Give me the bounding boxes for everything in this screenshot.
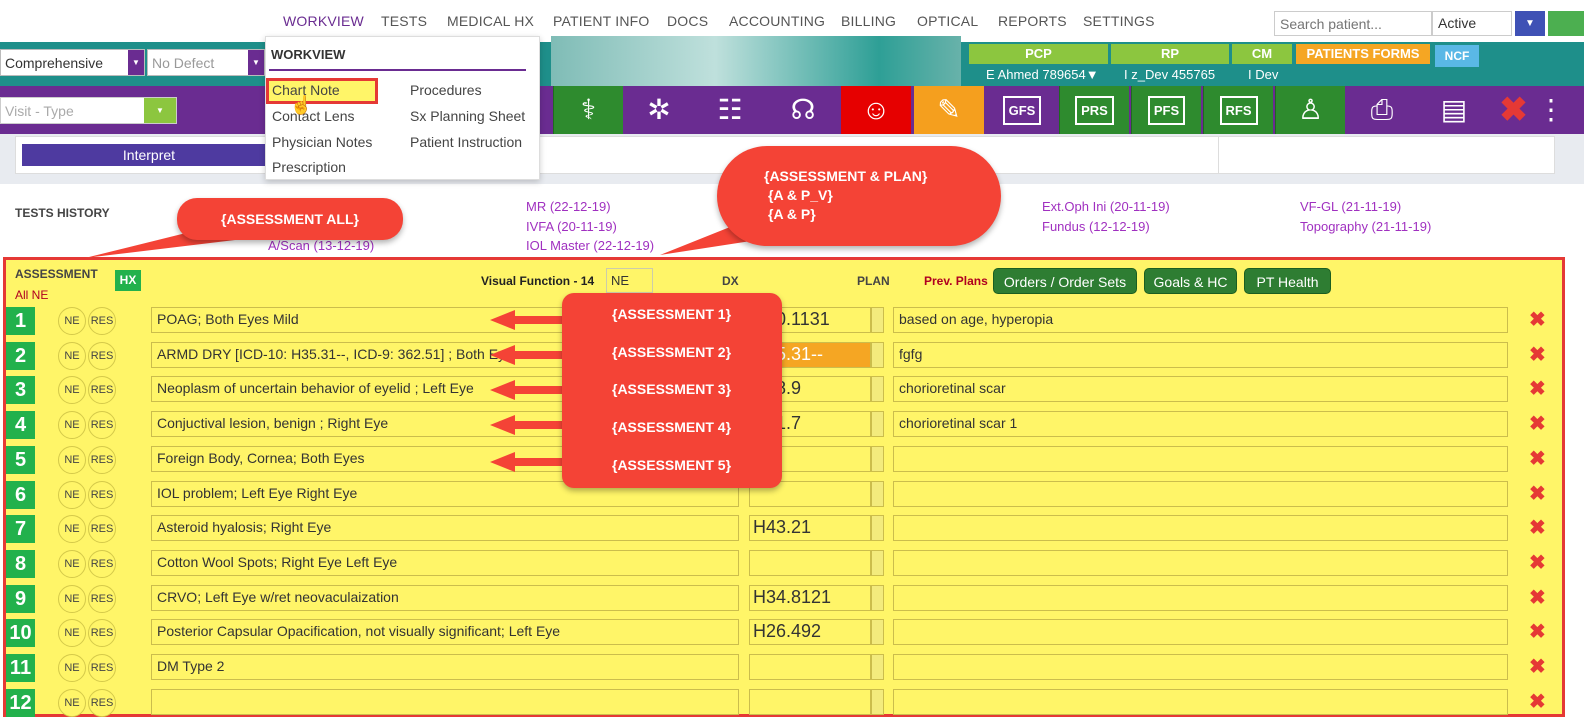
callout-ap-line1: {ASSESSMENT & PLAN} — [764, 168, 928, 184]
assessment-arrows — [490, 310, 565, 472]
arrow-4 — [490, 415, 565, 435]
arrow-2 — [490, 345, 565, 365]
callout-assessment-plan — [717, 146, 1001, 246]
callout-assessment-all: {ASSESSMENT ALL} — [177, 198, 403, 240]
callout-a1: {ASSESSMENT 1} — [612, 306, 732, 322]
arrow-5 — [490, 452, 565, 472]
callout-pointers — [85, 225, 770, 472]
callout-ap-line2: {A & P_V} — [768, 187, 833, 203]
arrow-3 — [490, 380, 565, 400]
callout-ap-line3: {A & P} — [768, 206, 816, 222]
callout-a4: {ASSESSMENT 4} — [612, 419, 732, 435]
arrow-1 — [490, 310, 565, 330]
callout-a3: {ASSESSMENT 3} — [612, 381, 732, 397]
callout-a2: {ASSESSMENT 2} — [612, 344, 732, 360]
callout-a5: {ASSESSMENT 5} — [612, 457, 732, 473]
